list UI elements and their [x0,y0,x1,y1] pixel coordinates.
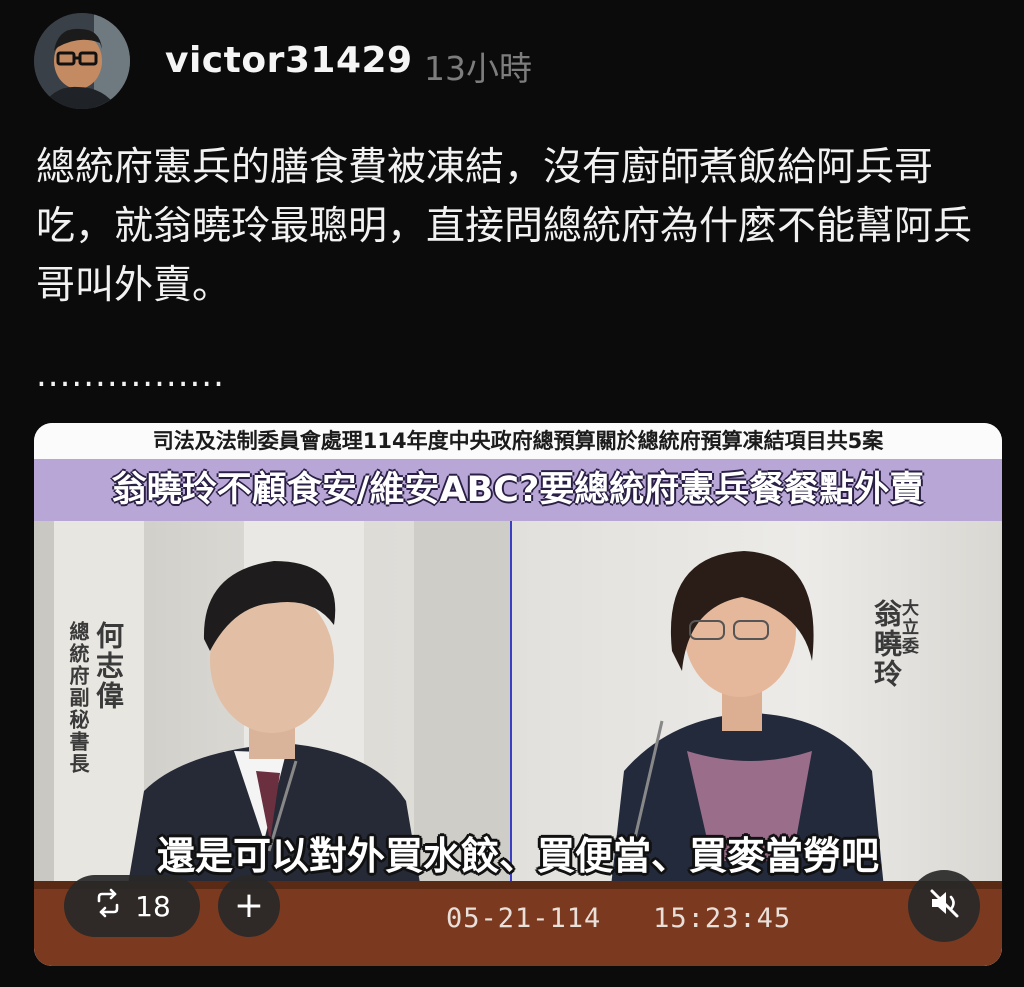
left-speaker-name: 何志偉 [92,621,125,711]
repost-count: 18 [135,889,171,923]
avatar-photo [34,13,130,109]
mute-toggle-button[interactable] [908,870,980,942]
add-button[interactable]: + [218,875,280,937]
muted-speaker-icon [926,885,962,928]
video-header-caption: 司法及法制委員會處理114年度中央政府總預算關於總統府預算凍結項目共5案 [34,423,1002,459]
plus-icon: + [233,885,265,926]
post-text: 總統府憲兵的膳食費被凍結，沒有廚師煮飯給阿兵哥吃，就翁曉玲最聰明，直接問總統府為… [36,145,973,308]
video-subtitle: 還是可以對外買水餃、買便當、買麥當勞吧 [156,834,879,878]
right-speaker-name: 翁曉玲 [870,599,903,689]
repost-icon [93,888,123,925]
username[interactable]: victor31429 [165,40,413,81]
repost-button[interactable]: 18 [64,875,200,937]
video-datestamp: 05-21-114 15:23:45 [446,903,792,934]
avatar[interactable] [34,13,130,109]
video-headline: 翁曉玲不顧食安/維安ABC?要總統府憲兵餐餐點外賣 [34,459,1002,521]
post-timestamp: 13小時 [424,49,532,88]
post-ellipsis: ................ [36,355,225,395]
